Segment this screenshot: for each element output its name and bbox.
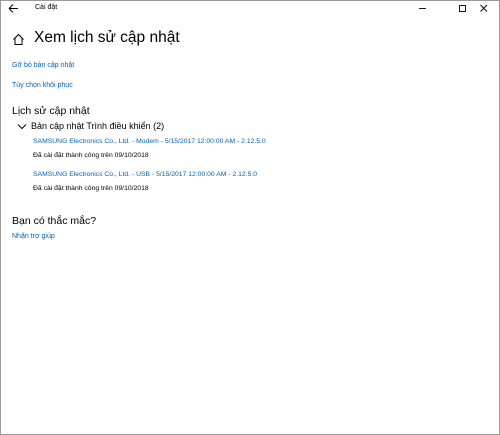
minimize-icon [419,8,426,9]
uninstall-updates-link[interactable]: Gỡ bỏ bản cập nhật [12,62,74,69]
driver-updates-group-label: Bản cập nhật Trình điều khiển (2) [31,121,165,131]
close-button[interactable] [470,0,500,17]
title-bar: Cài đặt [0,0,500,17]
minimize-button[interactable] [409,0,439,17]
help-heading: Bạn có thắc mắc? [12,215,97,227]
update-history-heading: Lịch sử cập nhật [12,105,90,117]
get-help-link[interactable]: Nhận trợ giúp [12,233,55,240]
chevron-down-icon [17,124,27,130]
close-icon [480,4,488,12]
update-item-link[interactable]: SAMSUNG Electronics Co., Ltd. - Modem - … [33,138,266,145]
update-item-link[interactable]: SAMSUNG Electronics Co., Ltd. - USB - 5/… [33,171,257,178]
home-icon[interactable] [12,33,25,46]
update-item-status: Đã cài đặt thành công trên 09/10/2018 [33,152,149,159]
recovery-options-link[interactable]: Tùy chọn khôi phục [12,82,73,89]
back-button[interactable] [6,2,20,15]
update-item-status: Đã cài đặt thành công trên 09/10/2018 [33,185,149,192]
page-title: Xem lịch sử cập nhật [34,29,180,46]
back-arrow-icon [8,4,18,13]
window-title: Cài đặt [35,4,58,11]
